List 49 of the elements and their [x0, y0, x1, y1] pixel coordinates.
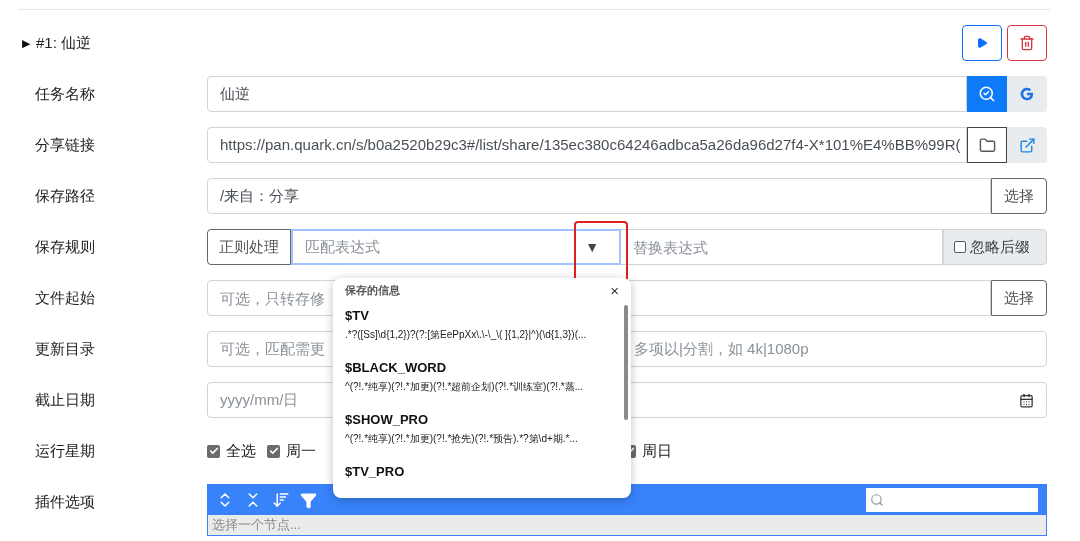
- calendar-icon: [1019, 392, 1034, 408]
- external-link-icon: [1018, 136, 1036, 154]
- checkbox[interactable]: [267, 444, 280, 458]
- field-label: 分享链接: [34, 135, 96, 155]
- choose-button[interactable]: 选择: [991, 280, 1047, 316]
- saved-pattern-item[interactable]: $TV_PRO: [345, 460, 611, 498]
- field-label: 保存规则: [34, 237, 96, 257]
- placeholder-text: 匹配表达式: [305, 236, 381, 257]
- filter-icon[interactable]: [300, 491, 317, 509]
- caret-icon[interactable]: ▼: [585, 236, 599, 258]
- saved-pattern-item[interactable]: $TV .*?([Ss]\d{1,2})?(?:[第EePpXx\.\-\_\( ]{1,2}|^)(\d{1,3})(...: [345, 304, 611, 357]
- expand-toggle-icon[interactable]: ▶: [22, 34, 30, 52]
- regex-button[interactable]: 正则处理: [207, 229, 291, 265]
- choose-button[interactable]: 选择: [991, 178, 1047, 214]
- saved-pattern-item[interactable]: $BLACK_WORD ^(?!.*纯享)(?!.*加更)(?!.*超前企划)(?!.*训练室)(?!.*蒸...: [345, 356, 611, 409]
- delete-button[interactable]: [1007, 25, 1047, 61]
- task-title: #1: 仙逆: [36, 32, 93, 53]
- google-button[interactable]: [1007, 76, 1047, 112]
- field-label: 更新目录: [34, 339, 96, 359]
- pattern-field[interactable]: 匹配表达式 ▼: [291, 229, 621, 265]
- checkbox[interactable]: [207, 444, 220, 458]
- weekday-option[interactable]: 周一: [267, 439, 316, 463]
- replace-field[interactable]: 替换表达式: [621, 229, 943, 265]
- google-icon: [1019, 86, 1035, 102]
- folder-icon: [978, 136, 996, 154]
- popup-title: 保存的信息: [345, 283, 400, 298]
- search-icon: [870, 493, 884, 507]
- field-label: 截止日期: [34, 390, 96, 410]
- search-field[interactable]: [866, 488, 1038, 512]
- field-label: 文件起始: [34, 288, 96, 308]
- search-button[interactable]: [967, 76, 1007, 112]
- share-link-field[interactable]: https://pan.quark.cn/s/b0a2520b29c3#/list/share/135ec380c64246adbca5a26da96d27f4-X*101%E4%BB%99R(: [207, 127, 967, 163]
- close-button[interactable]: ×: [610, 282, 619, 298]
- field-label: 插件选项: [34, 492, 96, 512]
- text-field[interactable]: /来自：分享: [207, 178, 991, 214]
- field-label: 保存路径: [34, 186, 96, 206]
- field-label: 任务名称: [34, 84, 96, 104]
- run-button[interactable]: [962, 25, 1002, 61]
- weekday-option[interactable]: 全选: [207, 439, 256, 463]
- sort-icon[interactable]: [272, 491, 290, 509]
- ignore-suffix-option[interactable]: 忽略后缀: [943, 229, 1047, 265]
- folder-button[interactable]: [967, 127, 1007, 163]
- play-icon: [976, 37, 988, 49]
- scrollbar[interactable]: [624, 305, 628, 420]
- search-icon: [978, 85, 996, 103]
- trash-icon: [1019, 35, 1035, 51]
- saved-pattern-item[interactable]: $SHOW_PRO ^(?!.*纯享)(?!.*加更)(?!.*抢先)(?!.*预告).*?第\d+期.*...: [345, 408, 611, 461]
- field-label: 运行星期: [34, 441, 96, 461]
- task-name-field[interactable]: 仙逆: [207, 76, 967, 112]
